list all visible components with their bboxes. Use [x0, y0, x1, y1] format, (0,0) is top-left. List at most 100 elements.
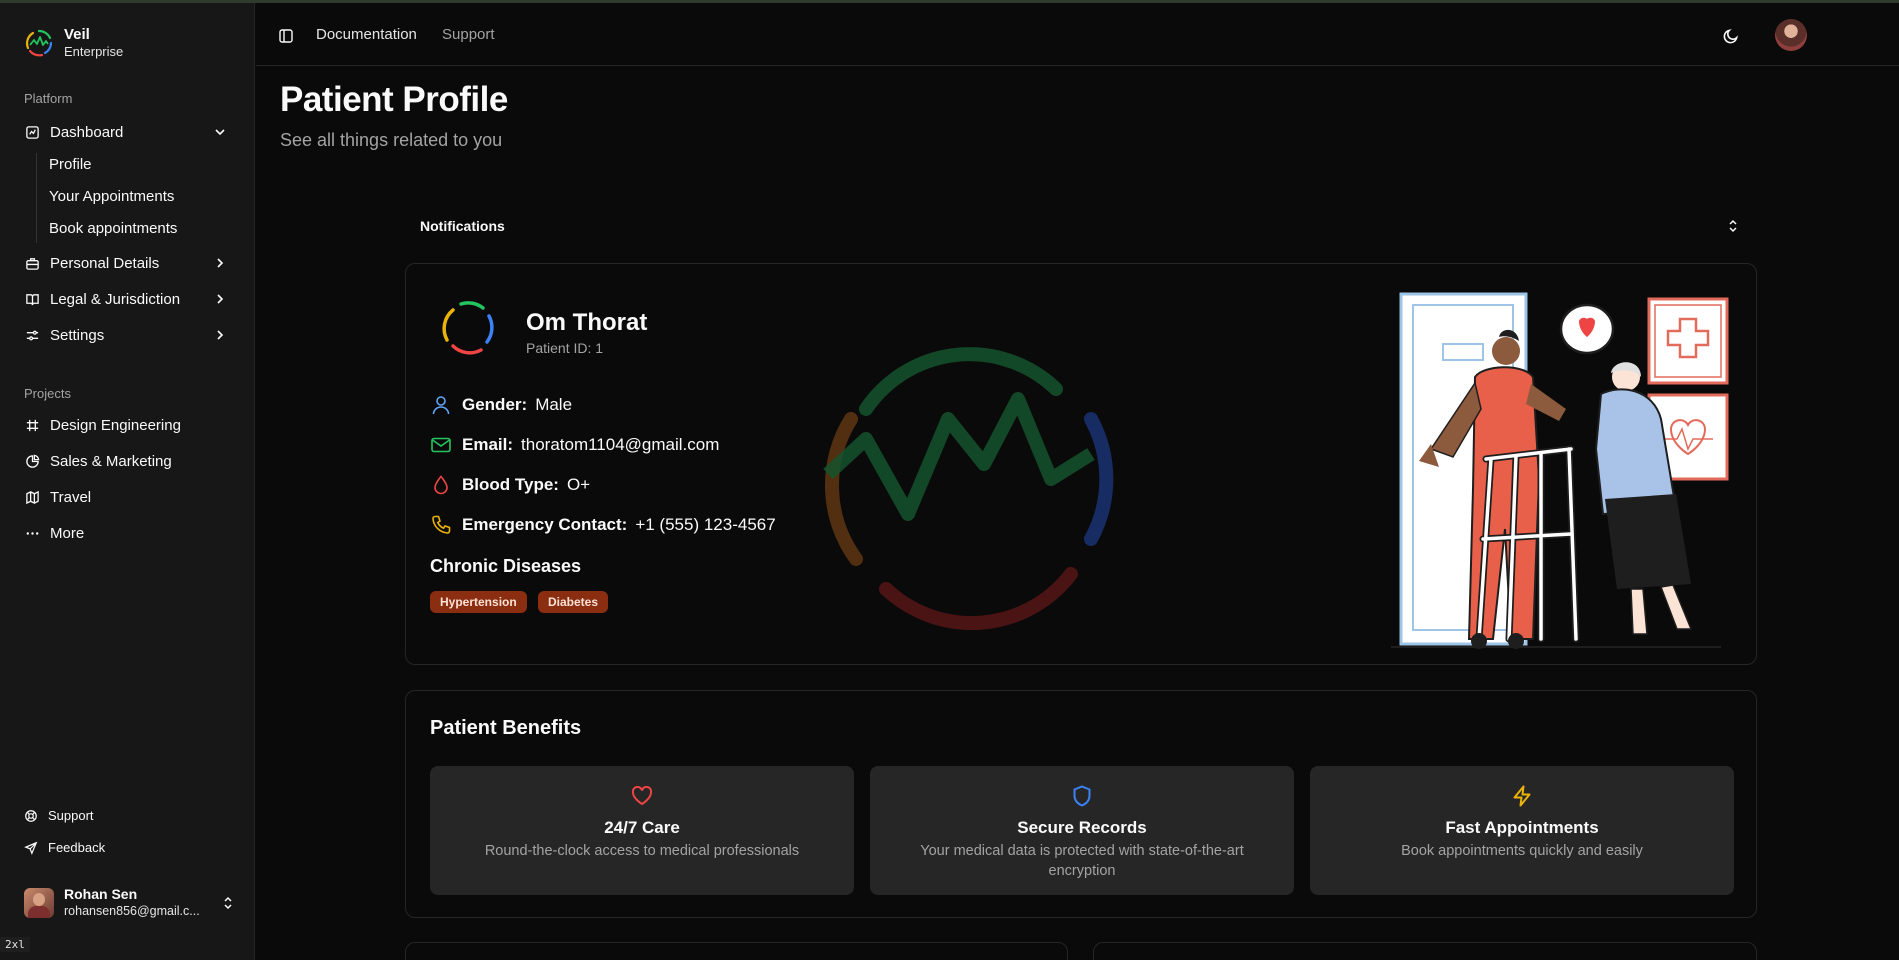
sidebar-support-link[interactable]: Support: [24, 808, 94, 823]
benefit-description: Your medical data is protected with stat…: [920, 843, 1244, 879]
benefit-title: 24/7 Care: [604, 818, 680, 837]
chevron-right-icon: [217, 294, 224, 304]
sidebar: Veil Enterprise Platform Dashboard Profi…: [0, 3, 255, 960]
phone-icon: [430, 514, 452, 536]
briefcase-icon: [24, 255, 40, 271]
sidebar-item-settings[interactable]: Settings: [16, 319, 238, 351]
emergency-contact-row: Emergency Contact: +1 (555) 123-4567: [430, 513, 776, 537]
project-item-more[interactable]: More: [16, 517, 238, 549]
patient-ring-logo: [442, 301, 494, 355]
disease-tag: Hypertension: [430, 591, 527, 613]
sliders-icon: [24, 327, 40, 343]
emergency-contact-label: Emergency Contact:: [462, 515, 628, 534]
book-icon: [24, 291, 40, 307]
project-item-sales-marketing[interactable]: Sales & Marketing: [16, 445, 238, 477]
benefit-description: Book appointments quickly and easily: [1401, 843, 1643, 859]
sidebar-item-label: Settings: [50, 326, 105, 344]
feedback-label: Feedback: [48, 840, 106, 855]
veil-logo-icon: [26, 29, 53, 57]
card-below-right: [1093, 942, 1757, 960]
chevron-down-icon: [215, 129, 225, 136]
benefit-description: Round-the-clock access to medical profes…: [484, 843, 800, 859]
sidebar-item-personal-details[interactable]: Personal Details: [16, 247, 238, 279]
sidebar-item-label: Personal Details: [50, 254, 160, 272]
emergency-contact-value: +1 (555) 123-4567: [635, 515, 776, 534]
sidebar-toggle-icon[interactable]: [278, 28, 294, 44]
email-row: Email: thoratom1104@gmail.com: [430, 433, 719, 457]
sidebar-feedback-link[interactable]: Feedback: [24, 840, 105, 855]
benefit-tile-fast-appointments: Fast Appointments Book appointments quic…: [1310, 766, 1734, 895]
veil-watermark-logo: [823, 347, 1114, 630]
card-below-left: [405, 942, 1068, 960]
sidebar-item-legal[interactable]: Legal & Jurisdiction: [16, 283, 238, 315]
platform-group-label: Platform: [24, 91, 73, 106]
chevron-right-icon: [217, 258, 224, 268]
page-subtitle: See all things related to you: [280, 130, 503, 150]
user-icon: [430, 394, 452, 416]
sidebar-subitem-book-appointments[interactable]: Book appointments: [49, 218, 177, 240]
sidebar-subitem-profile[interactable]: Profile: [49, 154, 92, 176]
gender-label: Gender:: [462, 395, 528, 414]
chronic-diseases-title: Chronic Diseases: [430, 556, 582, 576]
submenu-guide-line: [36, 153, 37, 243]
project-label: More: [50, 524, 85, 542]
project-label: Travel: [50, 488, 92, 506]
project-label: Sales & Marketing: [50, 452, 172, 470]
email-label: Email:: [462, 435, 514, 454]
zap-icon: [1513, 785, 1531, 807]
blood-type-row: Blood Type: O+: [430, 473, 590, 497]
heart-icon: [631, 785, 653, 806]
map-icon: [24, 489, 40, 505]
support-label: Support: [48, 808, 94, 823]
page-title: Patient Profile: [280, 80, 508, 119]
chevrons-up-down-icon[interactable]: [1725, 218, 1741, 234]
benefit-tile-secure-records: Secure Records Your medical data is prot…: [870, 766, 1294, 895]
benefit-tile-care: 24/7 Care Round-the-clock access to medi…: [430, 766, 854, 895]
projects-group-label: Projects: [24, 386, 71, 401]
benefit-title: Fast Appointments: [1445, 818, 1599, 837]
patient-benefits-card: Patient Benefits 24/7 Care Round-the-clo…: [405, 690, 1757, 918]
sidebar-item-label: Dashboard: [50, 123, 124, 141]
blood-type-value: O+: [566, 475, 591, 494]
project-item-travel[interactable]: Travel: [16, 481, 238, 513]
project-label: Design Engineering: [50, 416, 181, 434]
header-link-documentation[interactable]: Documentation: [316, 26, 417, 43]
chevrons-up-down-icon: [224, 896, 232, 910]
breakpoint-badge: 2xl: [0, 937, 30, 952]
gender-value: Male: [535, 395, 573, 414]
email-value: thoratom1104@gmail.com: [521, 435, 720, 454]
header-avatar[interactable]: [1775, 19, 1807, 51]
moon-icon[interactable]: [1722, 27, 1740, 45]
frame-icon: [24, 417, 40, 433]
sidebar-item-dashboard[interactable]: Dashboard: [16, 116, 238, 148]
user-email: rohansen856@gmail.c...: [64, 904, 200, 918]
user-avatar: [24, 888, 54, 918]
pie-chart-icon: [24, 453, 40, 469]
life-buoy-icon: [24, 809, 38, 823]
user-name: Rohan Sen: [64, 886, 138, 902]
sidebar-item-label: Legal & Jurisdiction: [50, 290, 181, 308]
notifications-collapsible[interactable]: Notifications: [405, 210, 1755, 242]
shield-icon: [1073, 785, 1091, 807]
chevron-right-icon: [217, 330, 224, 340]
team-switcher[interactable]: Veil Enterprise: [24, 26, 123, 60]
sidebar-subitem-appointments[interactable]: Your Appointments: [49, 186, 174, 208]
mail-icon: [430, 434, 452, 456]
header-link-support[interactable]: Support: [442, 26, 495, 43]
notifications-label: Notifications: [420, 218, 505, 234]
patient-profile-card: Om Thorat Patient ID: 1 Gender: Male Ema…: [405, 263, 1757, 665]
send-icon: [24, 841, 38, 855]
dashboard-icon: [24, 124, 40, 140]
droplet-icon: [430, 474, 452, 496]
benefit-title: Secure Records: [1017, 818, 1147, 837]
top-header: Documentation Support: [256, 3, 1899, 66]
user-menu[interactable]: Rohan Sen rohansen856@gmail.c...: [24, 883, 236, 923]
doctor-patient-illustration: [1391, 292, 1729, 649]
app-plan: Enterprise: [64, 44, 124, 59]
patient-id: Patient ID: 1: [526, 340, 604, 356]
patient-name: Om Thorat: [526, 309, 648, 336]
gender-row: Gender: Male: [430, 393, 572, 417]
more-horizontal-icon: [24, 525, 40, 541]
project-item-design-engineering[interactable]: Design Engineering: [16, 409, 238, 441]
app-name: Veil: [64, 26, 90, 43]
